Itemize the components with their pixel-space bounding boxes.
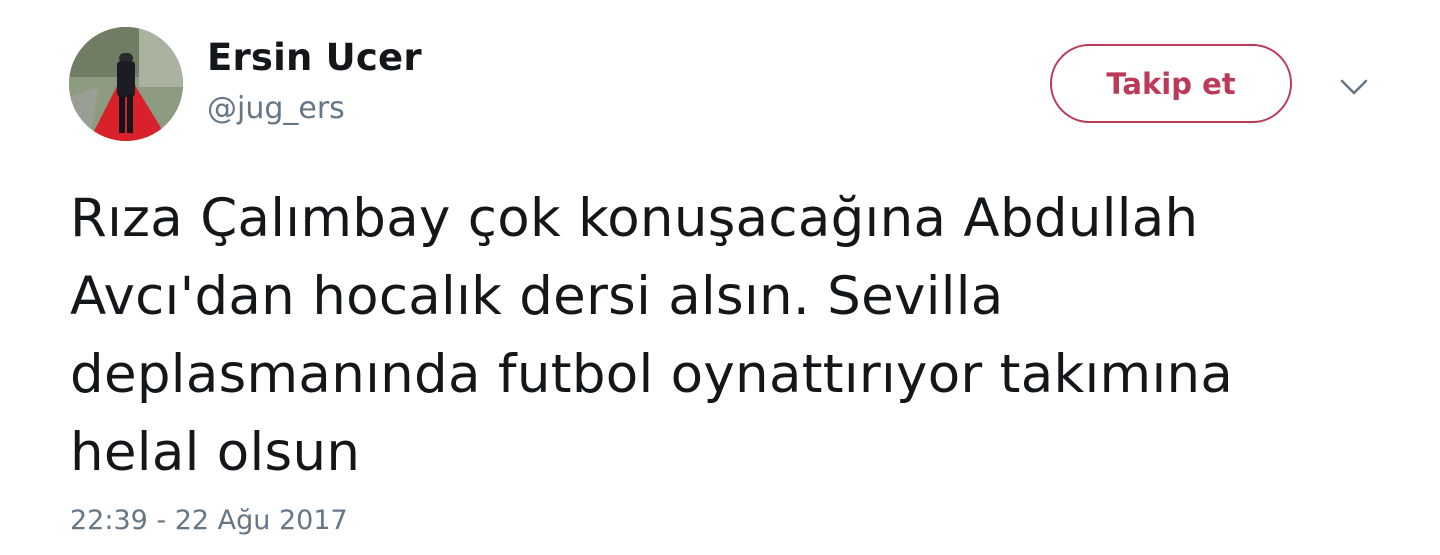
display-name[interactable]: Ersin Ucer — [207, 36, 422, 80]
tweet-timestamp[interactable]: 22:39 - 22 Ağu 2017 — [70, 503, 348, 539]
chevron-down-icon — [1340, 79, 1368, 95]
profile-photo-icon — [69, 27, 183, 141]
user-handle[interactable]: @jug_ers — [207, 90, 345, 128]
more-options-button[interactable] — [1331, 68, 1377, 108]
tweet-text: Rıza Çalımbay çok konuşacağına Abdullah … — [70, 188, 1234, 483]
avatar[interactable] — [69, 27, 183, 141]
follow-button[interactable]: Takip et — [1050, 44, 1292, 123]
tweet-card: Ersin Ucer @jug_ers Takip et Rıza Çalımb… — [0, 0, 1440, 555]
